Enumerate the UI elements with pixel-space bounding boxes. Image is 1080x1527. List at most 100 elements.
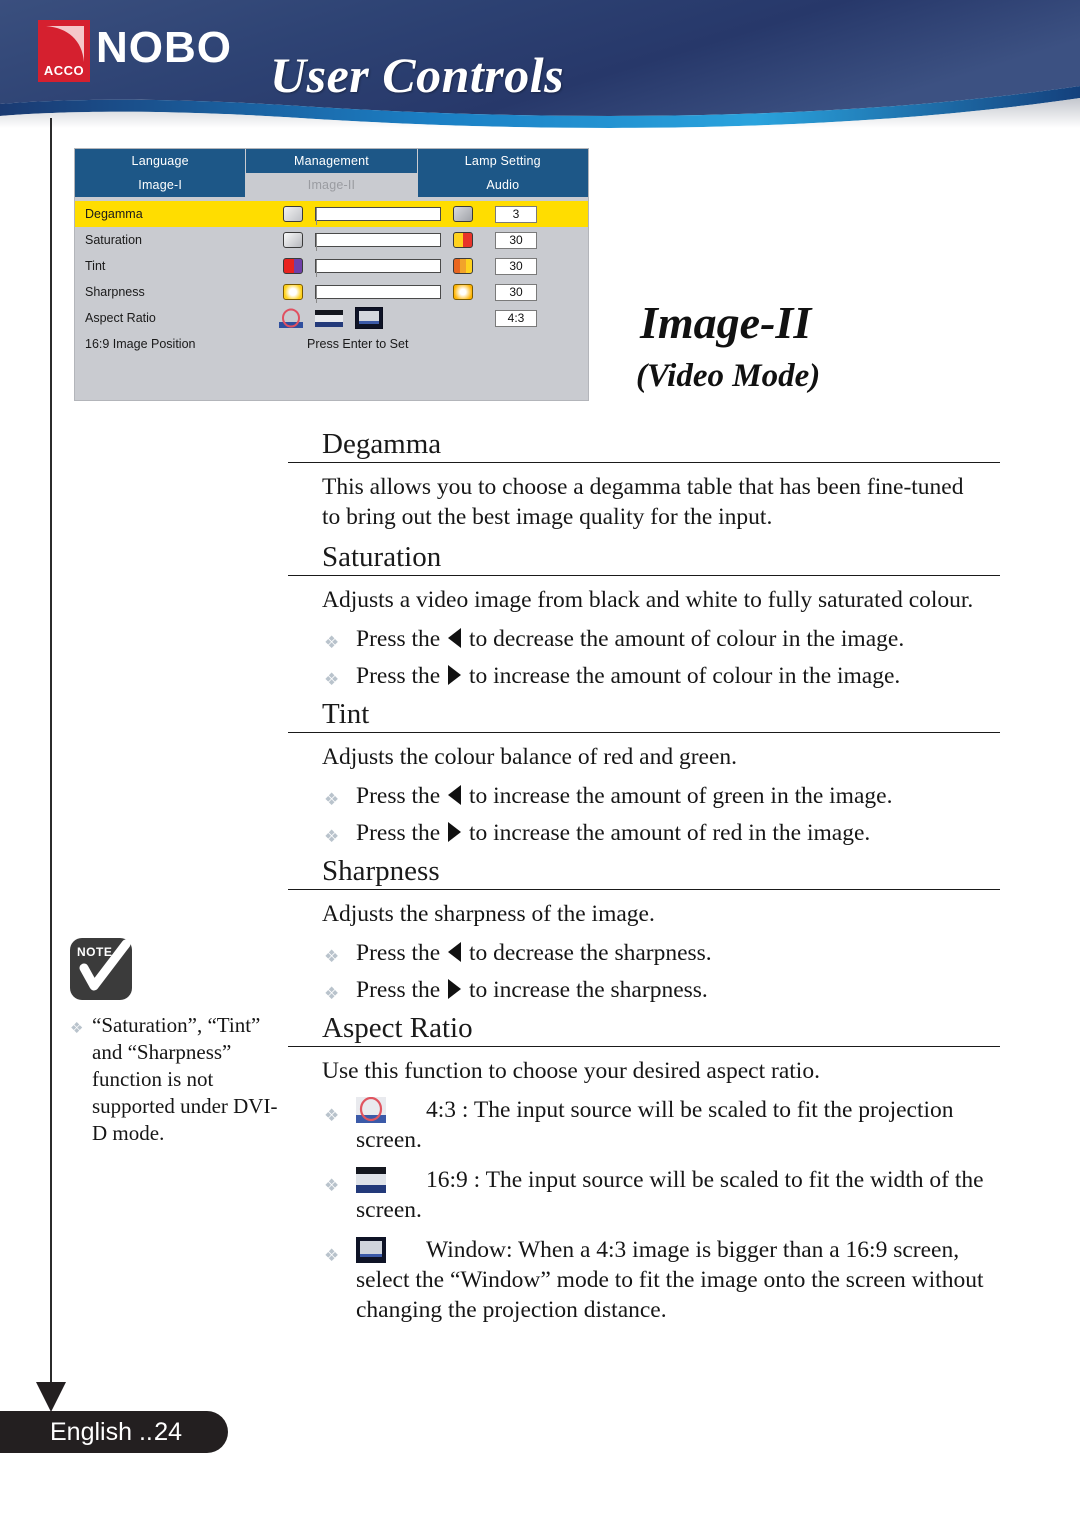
aspect-window-icon[interactable] xyxy=(355,307,383,329)
bullet-diamond-icon: ❖ xyxy=(324,670,340,689)
osd-label-sharpness: Sharpness xyxy=(85,285,145,299)
heading-aspect-ratio: Aspect Ratio xyxy=(288,1012,1000,1047)
bullet-tint-left: ❖ Press the to increase the amount of gr… xyxy=(322,781,982,811)
section-subtitle: (Video Mode) xyxy=(636,358,821,394)
osd-row-tint[interactable]: Tint 30 xyxy=(75,253,588,279)
press-label: Press the xyxy=(356,626,441,652)
tint-low-icon xyxy=(283,258,303,274)
bullet-diamond-icon: ❖ xyxy=(324,1246,340,1265)
osd-value-tint[interactable]: 30 xyxy=(495,257,537,275)
bullet-tint-right: ❖ Press the to increase the amount of re… xyxy=(322,818,982,848)
paragraph-sharpness: Adjusts the sharpness of the image. xyxy=(322,901,655,927)
osd-aspect-ratio-options xyxy=(279,307,383,329)
osd-tab-management[interactable]: Management xyxy=(246,149,418,173)
osd-row-image-position[interactable]: 16:9 Image Position Press Enter to Set xyxy=(75,331,588,357)
osd-value-sharpness[interactable]: 30 xyxy=(495,283,537,301)
sharpness-high-icon xyxy=(453,284,473,300)
press-label: Press the xyxy=(356,820,441,846)
note-block: NOTE ❖ “Saturation”, “Tint” and “Sharpne… xyxy=(70,938,282,1147)
bullet-sharpness-right: ❖ Press the to increase the sharpness. xyxy=(322,975,982,1005)
bullet-diamond-icon: ❖ xyxy=(324,633,340,652)
main-content: Degamma This allows you to choose a dega… xyxy=(288,428,1000,1335)
saturation-slider-fill xyxy=(316,234,317,251)
saturation-low-icon xyxy=(283,232,303,248)
paragraph-saturation: Adjusts a video image from black and whi… xyxy=(322,587,974,613)
bullet-diamond-icon: ❖ xyxy=(324,827,340,846)
osd-menu-screenshot: Language Management Lamp Setting Image-I… xyxy=(74,148,589,401)
heading-degamma: Degamma xyxy=(288,428,1000,463)
osd-tab-image-i[interactable]: Image-I xyxy=(75,173,247,197)
aspect-169-icon[interactable] xyxy=(315,309,343,327)
osd-tab-lamp-setting[interactable]: Lamp Setting xyxy=(417,149,588,173)
bullet-diamond-icon: ❖ xyxy=(324,1176,340,1195)
left-arrow-icon xyxy=(448,942,462,962)
bullet-text: 16:9 : The input source will be scaled t… xyxy=(356,1167,984,1223)
aspect-window-icon xyxy=(356,1237,386,1263)
bullet-aspect-window: ❖ Window: When a 4:3 image is bigger tha… xyxy=(322,1235,994,1325)
paragraph-aspect-ratio: Use this function to choose your desired… xyxy=(322,1058,820,1084)
osd-tab-row-1: Language Management Lamp Setting xyxy=(75,149,588,173)
note-body: “Saturation”, “Tint” and “Sharpness” fun… xyxy=(92,1013,278,1145)
press-label: Press the xyxy=(356,977,441,1003)
sharpness-slider[interactable] xyxy=(315,285,441,303)
osd-value-degamma[interactable]: 3 xyxy=(495,205,537,223)
bullet-saturation-right: ❖ Press the to increase the amount of co… xyxy=(322,661,982,691)
paragraph-degamma: This allows you to choose a degamma tabl… xyxy=(322,474,964,530)
note-text: ❖ “Saturation”, “Tint” and “Sharpness” f… xyxy=(70,1012,282,1147)
bullet-sharpness-left: ❖ Press the to decrease the sharpness. xyxy=(322,938,982,968)
bullet-aspect-43: ❖ 4:3 : The input source will be scaled … xyxy=(322,1095,994,1155)
nobo-wordmark: NOBO xyxy=(96,23,232,72)
footer-page-number: 24 xyxy=(154,1417,182,1446)
bullet-diamond-icon: ❖ xyxy=(324,1106,340,1125)
aspect-43-icon xyxy=(356,1096,386,1123)
degamma-slider-fill xyxy=(316,208,317,225)
margin-arrow-icon xyxy=(36,1382,66,1412)
tint-slider[interactable] xyxy=(315,259,441,277)
osd-tab-language[interactable]: Language xyxy=(75,149,247,173)
bullet-text: to increase the amount of colour in the … xyxy=(468,663,901,689)
saturation-high-icon xyxy=(453,232,473,248)
page-title: User Controls xyxy=(270,47,565,103)
right-arrow-icon xyxy=(448,665,462,685)
osd-label-aspect-ratio: Aspect Ratio xyxy=(85,311,156,325)
left-arrow-icon xyxy=(448,785,462,805)
osd-label-saturation: Saturation xyxy=(85,233,142,247)
page-header: ACCO NOBO User Controls xyxy=(0,0,1080,128)
paragraph-tint: Adjusts the colour balance of red and gr… xyxy=(322,744,738,770)
osd-row-degamma[interactable]: Degamma 3 xyxy=(75,201,588,227)
bullet-text: to decrease the sharpness. xyxy=(468,940,712,966)
osd-tab-image-ii[interactable]: Image-II xyxy=(246,173,418,197)
press-label: Press the xyxy=(356,940,441,966)
osd-value-aspect-ratio[interactable]: 4:3 xyxy=(495,309,537,327)
sharpness-slider-fill xyxy=(316,286,317,303)
osd-row-saturation[interactable]: Saturation 30 xyxy=(75,227,588,253)
osd-tab-audio[interactable]: Audio xyxy=(417,173,588,197)
bullet-diamond-icon: ❖ xyxy=(324,947,340,966)
bullet-text: to increase the amount of red in the ima… xyxy=(468,820,871,846)
bullet-diamond-icon: ❖ xyxy=(324,790,340,809)
bullet-text: to increase the sharpness. xyxy=(468,977,708,1003)
saturation-slider[interactable] xyxy=(315,233,441,251)
heading-sharpness: Sharpness xyxy=(288,855,1000,890)
heading-tint: Tint xyxy=(288,698,1000,733)
bullet-diamond-icon: ❖ xyxy=(324,984,340,1003)
bullet-text: Window: When a 4:3 image is bigger than … xyxy=(356,1237,984,1323)
degamma-slider[interactable] xyxy=(315,207,441,225)
osd-row-sharpness[interactable]: Sharpness 30 xyxy=(75,279,588,305)
right-arrow-icon xyxy=(448,822,462,842)
bullet-aspect-169: ❖ 16:9 : The input source will be scaled… xyxy=(322,1165,994,1225)
acco-wordmark: ACCO xyxy=(43,63,85,78)
sharpness-low-icon xyxy=(283,284,303,300)
tint-high-icon xyxy=(453,258,473,274)
heading-saturation: Saturation xyxy=(288,541,1000,576)
osd-label-degamma: Degamma xyxy=(85,207,143,221)
aspect-43-icon[interactable] xyxy=(279,308,303,328)
osd-value-saturation[interactable]: 30 xyxy=(495,231,537,249)
margin-rule xyxy=(50,118,52,1386)
right-arrow-icon xyxy=(448,979,462,999)
press-label: Press the xyxy=(356,783,441,809)
bullet-text: to increase the amount of green in the i… xyxy=(468,783,893,809)
tint-slider-fill xyxy=(316,260,317,277)
osd-label-image-position: 16:9 Image Position xyxy=(85,337,196,351)
osd-row-aspect-ratio[interactable]: Aspect Ratio 4:3 xyxy=(75,305,588,331)
